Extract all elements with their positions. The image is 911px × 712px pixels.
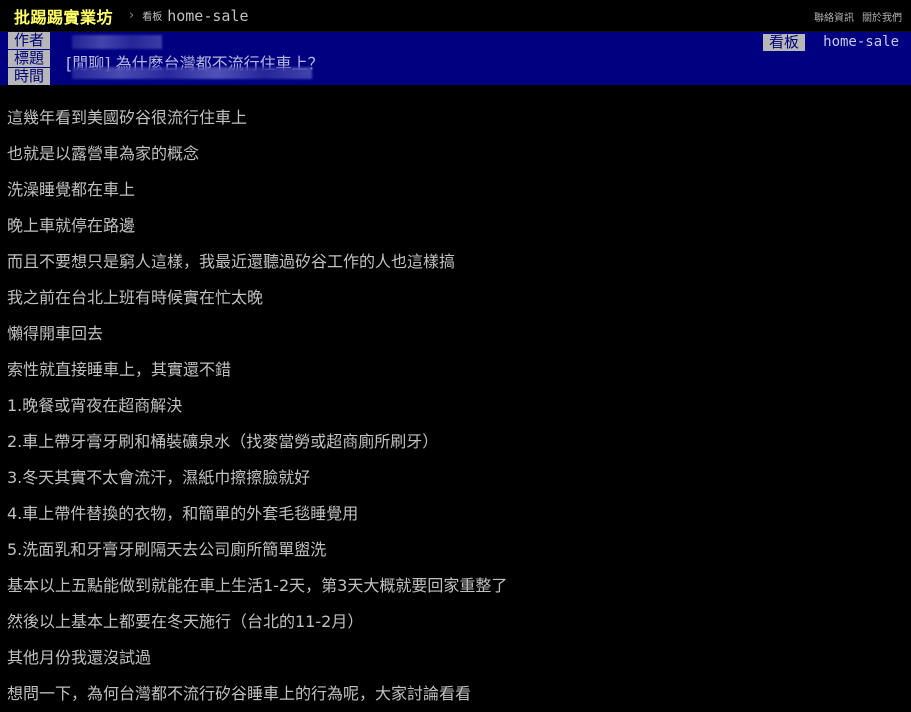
post-line: 然後以上基本上都要在冬天施行（台北的11-2月） (7, 612, 364, 631)
top-links: 聯絡資訊 關於我們 (814, 9, 902, 24)
post-line: 索性就直接睡車上，其實還不錯 (7, 360, 232, 379)
post-line: 3.冬天其實不太會流汗，濕紙巾擦擦臉就好 (7, 468, 311, 487)
board-name-link[interactable]: home-sale (167, 7, 248, 25)
board-label: 看板 (762, 34, 805, 51)
time-label: 時間 (8, 68, 50, 85)
post-line: 而且不要想只是窮人這樣，我最近還聽過矽谷工作的人也這樣搞 (7, 252, 456, 271)
author-label: 作者 (8, 32, 50, 49)
post-line: 1.晚餐或宵夜在超商解決 (7, 396, 183, 415)
meta-tags: 作者 標題 時間 (8, 32, 50, 86)
post-line: 我之前在台北上班有時候實在忙太晚 (7, 288, 264, 307)
about-us-link[interactable]: 關於我們 (862, 9, 902, 24)
post-line: 其他月份我還沒試過 (7, 648, 152, 667)
top-navigation-bar: 批踢踢實業坊 › 看板 home-sale 聯絡資訊 關於我們 (0, 0, 911, 32)
post-line: 4.車上帶件替換的衣物，和簡單的外套毛毯睡覺用 (7, 504, 359, 523)
site-title-link[interactable]: 批踢踢實業坊 (14, 4, 113, 28)
post-line: 懶得開車回去 (7, 324, 104, 343)
post-line: 基本以上五點能做到就能在車上生活1-2天，第3天大概就要回家重整了 (7, 576, 508, 595)
post-line: 洗澡睡覺都在車上 (7, 180, 136, 199)
post-line: 晚上車就停在路邊 (7, 216, 136, 235)
post-line: 2.車上帶牙膏牙刷和桶裝礦泉水（找麥當勞或超商廁所刷牙） (7, 432, 439, 451)
board-tag-label: 看板 (142, 12, 163, 23)
post-line: 5.洗面乳和牙膏牙刷隔天去公司廁所簡單盥洗 (7, 540, 327, 559)
post-line: 想問一下，為何台灣都不流行矽谷睡車上的行為呢，大家討論看看 (7, 684, 472, 703)
post-line: 這幾年看到美國矽谷很流行住車上 (7, 108, 248, 127)
author-value-redacted (72, 35, 162, 49)
title-label: 標題 (8, 50, 50, 67)
board-value: home-sale (823, 34, 899, 50)
post-line: 也就是以露營車為家的概念 (7, 144, 200, 163)
contact-info-link[interactable]: 聯絡資訊 (814, 9, 854, 24)
post-body: 這幾年看到美國矽谷很流行住車上 也就是以露營車為家的概念 洗澡睡覺都在車上 晚上… (7, 100, 901, 712)
breadcrumb-separator: › (129, 8, 135, 23)
time-value-redacted (72, 67, 312, 79)
